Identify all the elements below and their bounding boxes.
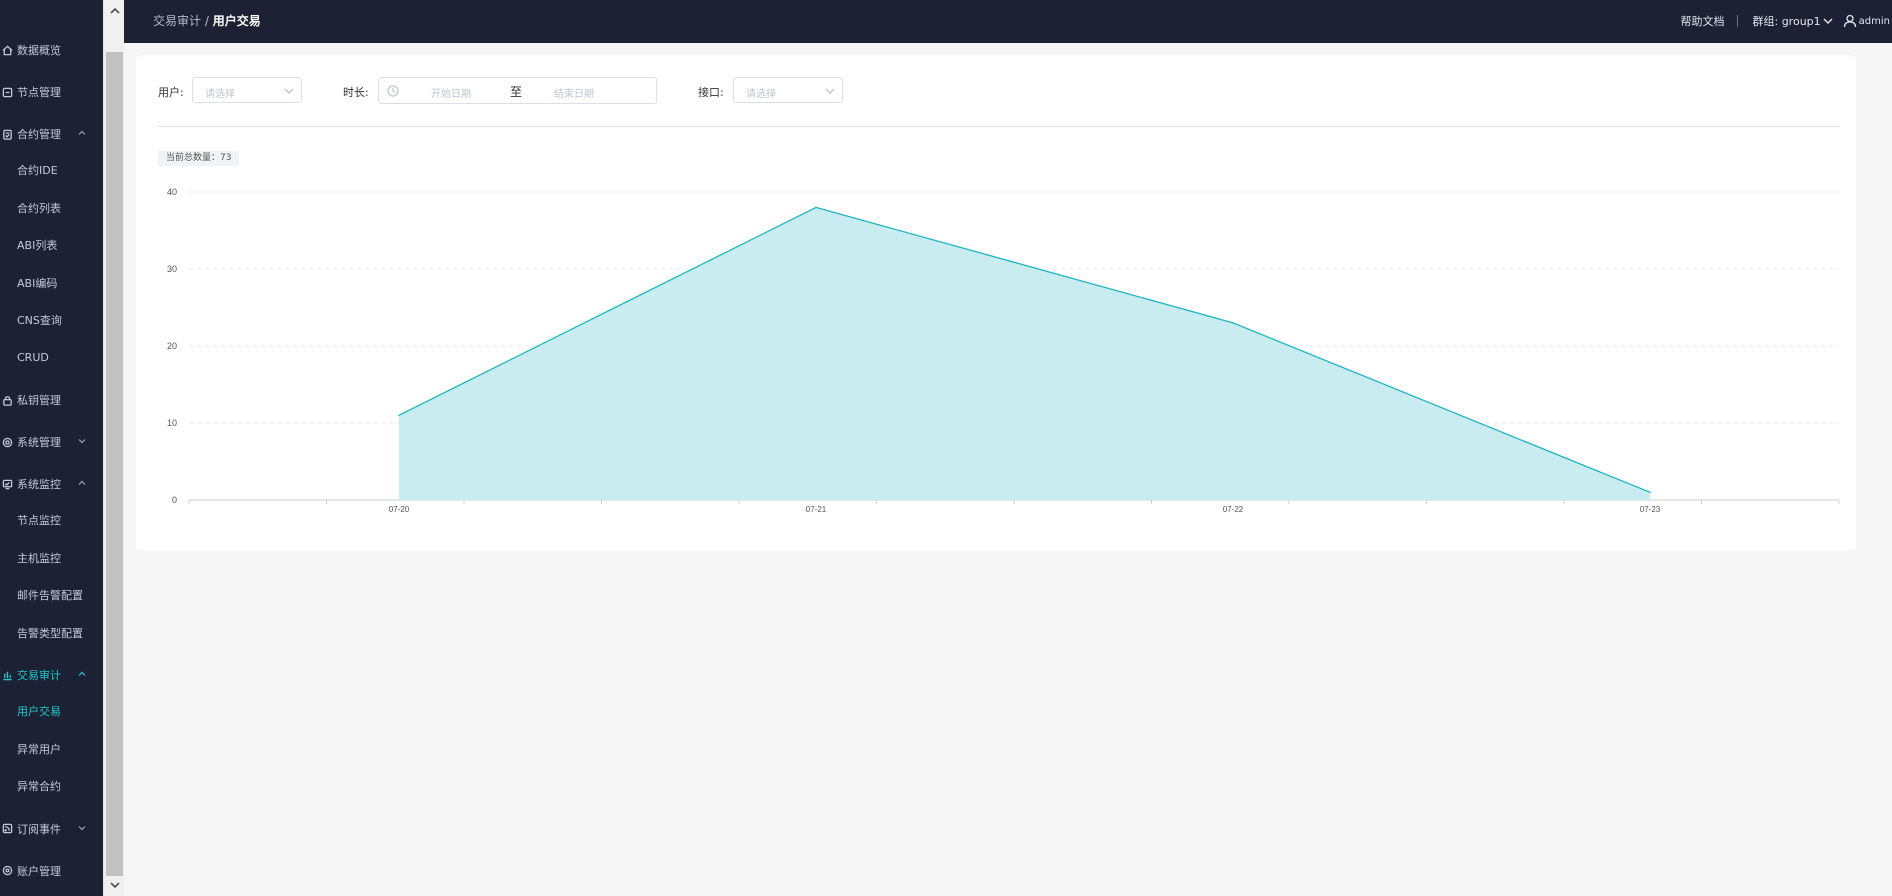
sidebar-subitem[interactable]: 合约列表 xyxy=(0,193,103,223)
username: admin xyxy=(1858,15,1890,27)
breadcrumb-separator: / xyxy=(204,14,209,28)
chevron-up-icon xyxy=(77,669,87,679)
sidebar-item-3[interactable]: 私钥管理 xyxy=(0,382,103,418)
sidebar-subitem[interactable]: ABI编码 xyxy=(0,268,103,298)
chevron-down-icon xyxy=(77,823,87,833)
scroll-thumb[interactable] xyxy=(106,52,123,876)
sidebar-nav: 数据概览节点管理合约管理合约IDE 合约列表 ABI列表 ABI编码 CNS查询 CRUD… xyxy=(0,0,103,896)
y-tick-label: 30 xyxy=(167,264,177,274)
interface-filter-label: 接口: xyxy=(698,86,724,99)
area-fill xyxy=(399,207,1650,500)
duration-filter-label: 时长: xyxy=(343,86,369,99)
interface-select-placeholder: 请选择 xyxy=(746,89,776,100)
sidebar-item-label: 节点管理 xyxy=(17,86,61,99)
top-header: 交易审计 / 用户交易 帮助文档 群组: group1 admin xyxy=(124,0,1892,43)
chevron-down-icon xyxy=(77,436,87,446)
breadcrumb-parent[interactable]: 交易审计 xyxy=(153,14,201,28)
sidebar-subitem[interactable]: ABI列表 xyxy=(0,230,103,260)
transaction-area-chart: 0 10 20 30 40 07-20 07-21 07-22 07-23 xyxy=(167,187,1840,514)
scroll-down-arrow-icon[interactable] xyxy=(104,876,125,894)
bar-chart-icon xyxy=(0,668,14,682)
sidebar: 数据概览节点管理合约管理合约IDE 合约列表 ABI列表 ABI编码 CNS查询 CRUD… xyxy=(0,0,103,896)
header-actions: 帮助文档 群组: group1 admin xyxy=(1681,12,1892,30)
home-icon xyxy=(0,43,14,57)
start-date-input[interactable]: 开始日期 xyxy=(431,85,471,100)
sidebar-subitem[interactable]: 合约IDE xyxy=(0,155,103,185)
data-point xyxy=(1649,491,1651,494)
sidebar-scrollbar[interactable] xyxy=(103,0,124,896)
data-point xyxy=(815,206,817,209)
data-point xyxy=(1232,322,1234,324)
sidebar-subitem[interactable]: 节点监控 xyxy=(0,505,103,535)
sidebar-item-8[interactable]: 账户管理 xyxy=(0,853,103,889)
sidebar-subitem[interactable]: 用户交易 xyxy=(0,696,103,726)
help-docs-link[interactable]: 帮助文档 xyxy=(1681,13,1725,29)
sidebar-item-label: 订阅事件 xyxy=(17,822,61,836)
sidebar-item-5[interactable]: 系统监控 xyxy=(0,466,103,502)
sidebar-item-label: 交易审计 xyxy=(17,669,61,682)
sidebar-item-7[interactable]: 订阅事件 xyxy=(0,811,103,847)
account-icon xyxy=(0,864,14,878)
sidebar-item-label: 账户管理 xyxy=(17,864,61,878)
user-filter-label: 用户: xyxy=(158,86,184,99)
sidebar-item-1[interactable]: 节点管理 xyxy=(0,74,103,110)
sidebar-item-label: 系统管理 xyxy=(17,436,61,449)
x-tick-label: 07-20 xyxy=(389,505,410,514)
rss-icon xyxy=(0,822,14,836)
sidebar-item-2[interactable]: 合约管理 xyxy=(0,116,103,152)
contract-icon xyxy=(0,127,14,141)
chevron-up-icon xyxy=(77,128,87,138)
header-divider xyxy=(1736,15,1738,27)
sidebar-item-0[interactable]: 数据概览 xyxy=(0,32,103,68)
chevron-down-icon xyxy=(1823,18,1833,24)
sidebar-item-label: 数据概览 xyxy=(17,44,61,57)
main-card: 用户: 请选择 时长: 开始日期 至 结束日期 接口: 请选择 当前总数量：73… xyxy=(136,55,1856,551)
sidebar-subitem[interactable]: CRUD xyxy=(0,343,103,373)
breadcrumb: 交易审计 / 用户交易 xyxy=(153,12,261,29)
lock-icon xyxy=(0,393,14,407)
clock-icon xyxy=(387,85,399,97)
x-tick-label: 07-21 xyxy=(806,505,827,514)
sidebar-subitem[interactable]: 邮件告警配置 xyxy=(0,580,103,610)
scroll-up-arrow-icon[interactable] xyxy=(104,2,125,20)
chevron-up-icon xyxy=(77,478,87,488)
user-menu[interactable]: admin xyxy=(1843,14,1890,28)
y-tick-label: 40 xyxy=(167,187,177,197)
y-tick-label: 20 xyxy=(167,341,177,351)
filter-divider xyxy=(157,126,1840,127)
sidebar-subitem[interactable]: 主机监控 xyxy=(0,543,103,573)
node-icon xyxy=(0,85,14,99)
sidebar-subitem[interactable]: 异常合约 xyxy=(0,771,103,801)
group-selector[interactable]: 群组: group1 xyxy=(1753,13,1833,29)
monitor-icon xyxy=(0,477,14,491)
sidebar-subitem[interactable]: CNS查询 xyxy=(0,305,103,335)
data-point xyxy=(398,414,400,417)
user-select-placeholder: 请选择 xyxy=(205,89,235,100)
end-date-input[interactable]: 结束日期 xyxy=(554,85,594,100)
interface-select[interactable]: 请选择 xyxy=(733,77,843,103)
sidebar-subitem[interactable]: 异常用户 xyxy=(0,734,103,764)
x-tick-label: 07-22 xyxy=(1223,505,1244,514)
y-tick-label: 0 xyxy=(172,495,177,505)
total-count-badge: 当前总数量：73 xyxy=(158,151,240,166)
sidebar-item-label: 私钥管理 xyxy=(17,394,61,407)
user-select[interactable]: 请选择 xyxy=(192,77,302,103)
sidebar-subitem[interactable]: 告警类型配置 xyxy=(0,618,103,648)
x-tick-label: 07-23 xyxy=(1640,505,1661,514)
user-icon xyxy=(1843,14,1856,28)
sidebar-item-6[interactable]: 交易审计 xyxy=(0,657,103,693)
chevron-down-icon xyxy=(825,86,835,96)
sidebar-item-label: 合约管理 xyxy=(17,128,61,141)
settings-icon xyxy=(0,435,14,449)
group-label: 群组: group1 xyxy=(1752,15,1821,28)
breadcrumb-current: 用户交易 xyxy=(212,14,261,28)
date-range-picker[interactable]: 开始日期 至 结束日期 xyxy=(378,77,657,104)
chevron-down-icon xyxy=(284,86,294,96)
sidebar-item-label: 系统监控 xyxy=(17,478,61,491)
range-separator: 至 xyxy=(510,85,523,99)
y-tick-label: 10 xyxy=(167,418,177,428)
sidebar-item-4[interactable]: 系统管理 xyxy=(0,424,103,460)
